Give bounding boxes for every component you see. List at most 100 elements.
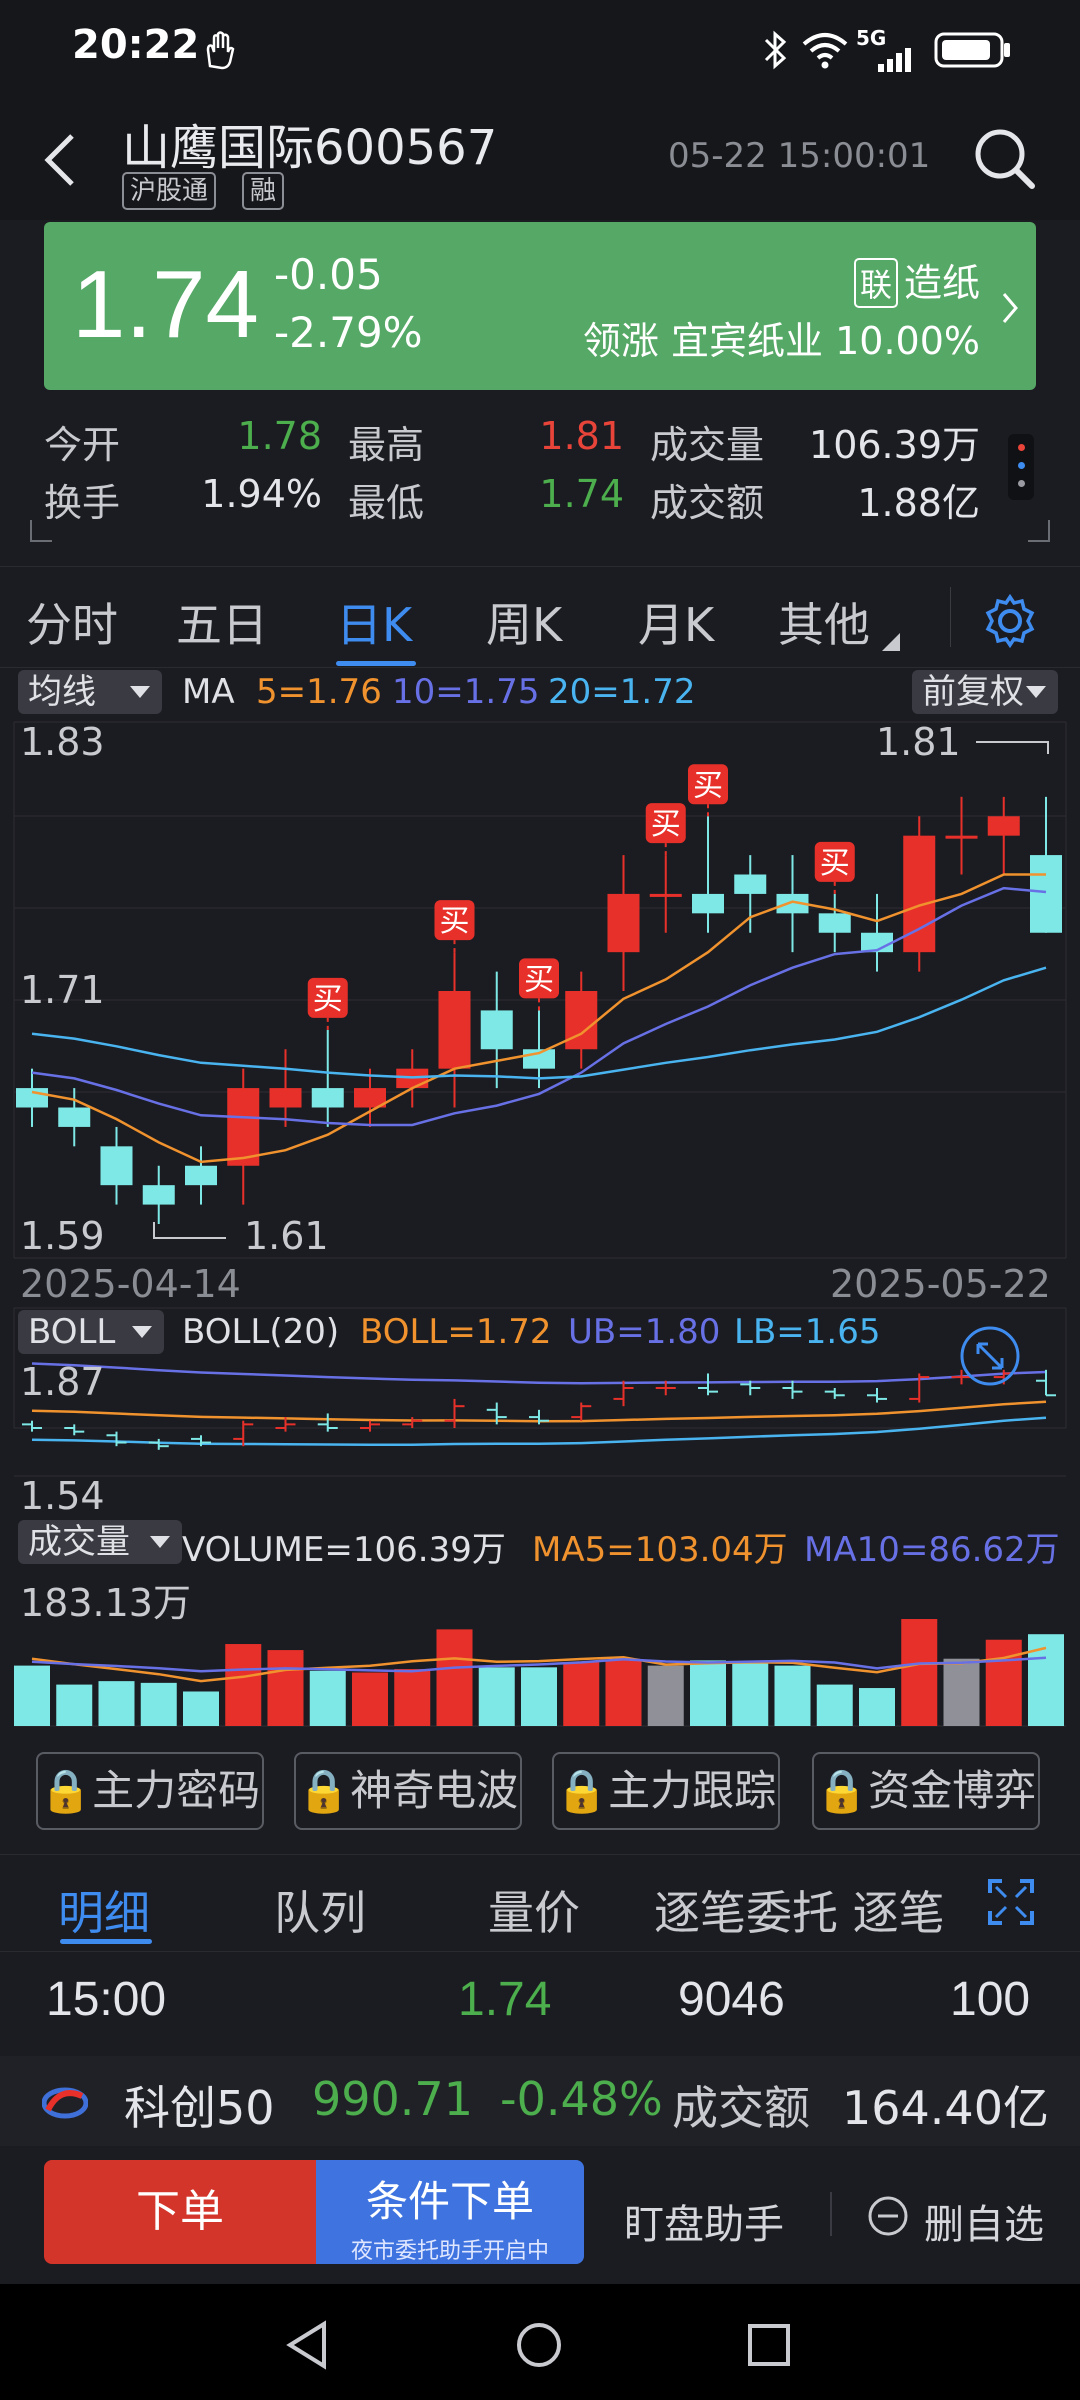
index-amount-label: 成交额 <box>672 2081 810 2135</box>
index-pct: -0.48% <box>500 2072 663 2126</box>
expand-arrows-icon[interactable] <box>958 1324 1022 1388</box>
k-y-top: 1.83 <box>20 720 105 764</box>
boll-ub: UB=1.80 <box>568 1312 721 1352</box>
candle-body <box>100 1146 133 1186</box>
index-ticker[interactable]: 科创50 990.71 -0.48% 成交额 164.40亿 <box>0 2056 1080 2146</box>
corner-bl <box>30 520 52 542</box>
more-dots-icon[interactable] <box>1008 434 1034 500</box>
kline-chart-area[interactable]: 均线 MA 5=1.76 10=1.75 20=1.72 前复权 买 买 买 买… <box>0 668 1080 1728</box>
lock-icon: 🔒 <box>297 1766 351 1815</box>
buy-label: 买 <box>693 768 723 803</box>
tab-volume-price[interactable]: 量价 <box>488 1877 580 1943</box>
price-panel[interactable]: 1.74 -0.05 -2.79% 联造纸 领涨 宜宾纸业 10.00% <box>44 222 1036 390</box>
turnover-label: 换手 <box>44 481 121 525</box>
candle-body <box>734 874 767 894</box>
corner-br <box>1028 520 1050 542</box>
volume-bar <box>943 1658 980 1726</box>
candle-body <box>227 1088 260 1166</box>
volume-bar <box>732 1662 769 1726</box>
tab-detail[interactable]: 明细 <box>58 1877 150 1943</box>
feature-main-code[interactable]: 🔒主力密码 <box>36 1752 264 1830</box>
candle-body <box>480 1010 513 1050</box>
candle-body <box>269 1088 302 1108</box>
battery-icon <box>934 32 1010 68</box>
volume-bar <box>309 1670 346 1726</box>
fullscreen-icon[interactable] <box>986 1877 1036 1927</box>
buy-label: 买 <box>820 846 850 881</box>
candle-body <box>692 893 724 914</box>
chevron-right-icon[interactable] <box>998 288 1022 328</box>
k-low-marker: 1.61 <box>244 1214 329 1258</box>
feature-label: 神奇电波 <box>350 1766 519 1815</box>
price-change-pct: -2.79% <box>274 308 423 357</box>
open-value: 1.78 <box>237 414 322 458</box>
tab-daily-k[interactable]: 日K <box>336 589 412 655</box>
boll-y-top: 1.87 <box>20 1360 105 1404</box>
period-tabs: 分时 五日 日K 周K 月K 其他 <box>0 566 1080 668</box>
boll-y-bottom: 1.54 <box>20 1474 105 1518</box>
volume-bar <box>267 1650 304 1726</box>
volume-bar <box>98 1681 135 1726</box>
trade-detail-row: 15:00 1.74 9046 100 <box>0 1952 1080 2052</box>
lead-label: 领涨 <box>582 319 659 363</box>
volume-value-label: VOLUME=106.39万 <box>182 1530 506 1570</box>
remove-favorite-button[interactable]: 删自选 <box>924 2192 1044 2250</box>
status-bar: 20:22 5G <box>0 0 1080 100</box>
buy-signal: 买 <box>519 958 559 1011</box>
quote-stats: 今开 1.78 最高 1.81 成交量 106.39万 换手 1.94% 最低 … <box>0 400 1080 550</box>
lead-pct: 10.00% <box>835 319 980 363</box>
settings-gear-icon[interactable] <box>982 593 1038 649</box>
tab-order-by-order[interactable]: 逐笔委托 逐笔 <box>654 1877 944 1943</box>
lock-icon: 🔒 <box>555 1766 609 1815</box>
volume-bar <box>859 1688 895 1726</box>
volume-bar <box>816 1684 853 1726</box>
amount-label: 成交额 <box>650 481 765 525</box>
sector-info[interactable]: 联造纸 <box>853 252 980 308</box>
nav-back-icon[interactable] <box>284 2320 330 2370</box>
lock-icon: 🔒 <box>815 1766 869 1815</box>
boll-mid: BOLL=1.72 <box>360 1312 552 1352</box>
nav-home-icon[interactable] <box>514 2320 564 2370</box>
volume-bar <box>774 1665 811 1726</box>
candle-body <box>945 835 978 839</box>
boll-selector[interactable]: BOLL <box>18 1310 164 1354</box>
feature-fund-game[interactable]: 🔒资金博弈 <box>812 1752 1040 1830</box>
volume-bar <box>352 1672 388 1726</box>
candle-body <box>607 893 640 953</box>
feature-main-tracking[interactable]: 🔒主力跟踪 <box>552 1752 780 1830</box>
chevron-down-icon <box>132 1326 152 1338</box>
candle-body <box>58 1107 91 1127</box>
search-icon[interactable] <box>970 124 1040 194</box>
sector-tag: 联 <box>853 258 898 308</box>
feature-label: 主力跟踪 <box>608 1766 777 1815</box>
tab-intraday[interactable]: 分时 <box>26 589 118 655</box>
stock-header: 山鹰国际600567 沪股通 融 05-22 15:00:01 <box>0 100 1080 220</box>
minus-circle-icon[interactable] <box>866 2194 910 2238</box>
tab-weekly-k[interactable]: 周K <box>486 589 562 655</box>
volume-selector-label: 成交量 <box>28 1522 130 1562</box>
k-y-bottom: 1.59 <box>20 1214 105 1258</box>
hand-icon <box>206 31 235 70</box>
action-bar: 下单 条件下单 夜市委托助手开启中 盯盘助手 删自选 <box>0 2150 1080 2280</box>
watch-helper-button[interactable]: 盯盘助手 <box>624 2192 784 2250</box>
tab-five-day[interactable]: 五日 <box>176 589 268 655</box>
conditional-order-button[interactable]: 条件下单 夜市委托助手开启中 <box>316 2160 584 2264</box>
margin-tag: 融 <box>242 172 285 210</box>
network-type: 5G <box>856 26 887 50</box>
tab-other[interactable]: 其他 <box>778 589 870 655</box>
feature-magic-wave[interactable]: 🔒神奇电波 <box>294 1752 522 1830</box>
boll-title: BOLL(20) <box>182 1312 340 1352</box>
tab-monthly-k[interactable]: 月K <box>638 589 714 655</box>
order-button[interactable]: 下单 <box>44 2160 316 2264</box>
back-arrow-icon[interactable] <box>40 130 80 190</box>
volume-selector[interactable]: 成交量 <box>18 1520 182 1564</box>
chevron-down-icon <box>150 1536 170 1548</box>
dropdown-corner-icon <box>882 633 900 651</box>
open-label: 今开 <box>44 423 121 467</box>
volume-bar <box>563 1662 600 1726</box>
nav-recents-icon[interactable] <box>746 2322 792 2368</box>
buy-label: 买 <box>524 962 554 997</box>
buy-signal: 买 <box>688 764 728 817</box>
tab-queue[interactable]: 队列 <box>274 1877 366 1943</box>
volume-ma10: MA10=86.62万 <box>804 1530 1060 1570</box>
